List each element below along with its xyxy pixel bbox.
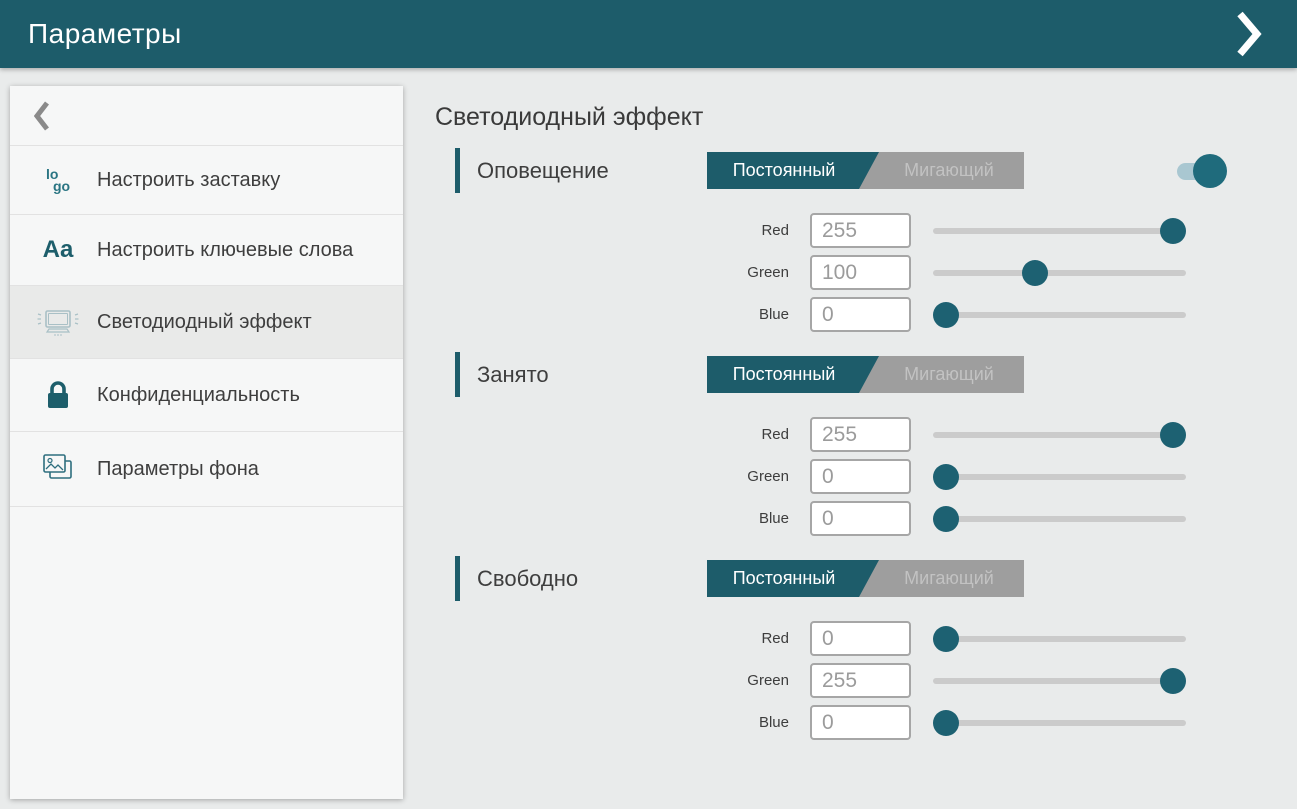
green-value-input[interactable] bbox=[810, 663, 911, 698]
sidebar-item-label: Светодиодный эффект bbox=[97, 309, 312, 335]
red-value-input[interactable] bbox=[810, 417, 911, 452]
channel-row-blue: Blue bbox=[435, 501, 1297, 536]
slider-track bbox=[933, 636, 1186, 642]
main-content: Светодиодный эффект Оповещение Мигающий … bbox=[435, 95, 1297, 759]
slider-track bbox=[933, 516, 1186, 522]
green-value-input[interactable] bbox=[810, 255, 911, 290]
sidebar: logo Настроить заставку Aa Настроить клю… bbox=[10, 86, 403, 799]
sidebar-item-privacy[interactable]: Конфиденциальность bbox=[10, 359, 403, 432]
toggle-knob bbox=[1193, 154, 1227, 188]
mode-segmented-control: Мигающий Постоянный bbox=[707, 560, 1024, 597]
notification-toggle[interactable] bbox=[1177, 154, 1225, 188]
mode-segmented-control: Мигающий Постоянный bbox=[707, 356, 1024, 393]
red-slider[interactable] bbox=[933, 422, 1186, 448]
slider-track bbox=[933, 270, 1186, 276]
section-accent-bar bbox=[455, 556, 460, 601]
section-label: Занято bbox=[477, 362, 707, 388]
blue-value-input[interactable] bbox=[810, 297, 911, 332]
green-slider[interactable] bbox=[933, 464, 1186, 490]
sidebar-item-label: Параметры фона bbox=[97, 456, 259, 482]
mode-option-constant[interactable]: Постоянный bbox=[707, 560, 879, 597]
channel-row-red: Red bbox=[435, 621, 1297, 656]
blue-value-input[interactable] bbox=[810, 705, 911, 740]
section-busy: Занято Мигающий Постоянный Red Gre bbox=[435, 351, 1297, 536]
mode-option-constant[interactable]: Постоянный bbox=[707, 356, 879, 393]
background-icon bbox=[34, 453, 82, 485]
sidebar-item-label: Конфиденциальность bbox=[97, 382, 300, 408]
slider-thumb[interactable] bbox=[1160, 218, 1186, 244]
sidebar-item-label: Настроить ключевые слова bbox=[97, 237, 353, 263]
red-value-input[interactable] bbox=[810, 213, 911, 248]
section-label: Оповещение bbox=[477, 158, 707, 184]
lock-icon bbox=[34, 380, 82, 410]
slider-track bbox=[933, 432, 1186, 438]
section-notification: Оповещение Мигающий Постоянный Red bbox=[435, 147, 1297, 332]
chevron-right-icon[interactable] bbox=[1229, 10, 1269, 58]
mode-option-blinking[interactable]: Мигающий bbox=[874, 560, 1024, 597]
sidebar-back-button[interactable] bbox=[10, 86, 403, 146]
section-label: Свободно bbox=[477, 566, 707, 592]
mode-option-blinking[interactable]: Мигающий bbox=[874, 356, 1024, 393]
mode-option-blinking[interactable]: Мигающий bbox=[874, 152, 1024, 189]
blue-value-input[interactable] bbox=[810, 501, 911, 536]
sidebar-item-screensaver[interactable]: logo Настроить заставку bbox=[10, 146, 403, 215]
channel-row-green: Green bbox=[435, 663, 1297, 698]
logo-icon: logo bbox=[34, 168, 82, 192]
page-title: Параметры bbox=[28, 18, 182, 50]
section-accent-bar bbox=[455, 352, 460, 397]
slider-thumb[interactable] bbox=[933, 710, 959, 736]
chevron-left-icon bbox=[34, 101, 50, 131]
mode-segmented-control: Мигающий Постоянный bbox=[707, 152, 1024, 189]
channel-row-green: Green bbox=[435, 459, 1297, 494]
green-slider[interactable] bbox=[933, 260, 1186, 286]
sidebar-item-label: Настроить заставку bbox=[97, 167, 280, 193]
app-header: Параметры bbox=[0, 0, 1297, 68]
red-value-input[interactable] bbox=[810, 621, 911, 656]
channel-row-blue: Blue bbox=[435, 705, 1297, 740]
slider-thumb[interactable] bbox=[933, 464, 959, 490]
channel-row-red: Red bbox=[435, 213, 1297, 248]
blue-slider[interactable] bbox=[933, 710, 1186, 736]
slider-track bbox=[933, 678, 1186, 684]
section-accent-bar bbox=[455, 148, 460, 193]
channel-row-blue: Blue bbox=[435, 297, 1297, 332]
slider-track bbox=[933, 474, 1186, 480]
mode-option-constant[interactable]: Постоянный bbox=[707, 152, 879, 189]
sidebar-item-keywords[interactable]: Aa Настроить ключевые слова bbox=[10, 215, 403, 286]
section-free: Свободно Мигающий Постоянный Red G bbox=[435, 555, 1297, 740]
slider-thumb[interactable] bbox=[933, 302, 959, 328]
keywords-icon: Aa bbox=[34, 236, 82, 264]
slider-thumb[interactable] bbox=[1160, 668, 1186, 694]
slider-thumb[interactable] bbox=[1160, 422, 1186, 448]
channel-row-green: Green bbox=[435, 255, 1297, 290]
sidebar-item-background[interactable]: Параметры фона bbox=[10, 432, 403, 507]
channel-row-red: Red bbox=[435, 417, 1297, 452]
blue-slider[interactable] bbox=[933, 506, 1186, 532]
slider-track bbox=[933, 720, 1186, 726]
slider-thumb[interactable] bbox=[1022, 260, 1048, 286]
green-slider[interactable] bbox=[933, 668, 1186, 694]
slider-track bbox=[933, 228, 1186, 234]
led-effect-icon bbox=[34, 307, 82, 337]
main-title: Светодиодный эффект bbox=[435, 103, 1297, 132]
sidebar-item-led-effect[interactable]: Светодиодный эффект bbox=[10, 286, 403, 359]
green-value-input[interactable] bbox=[810, 459, 911, 494]
slider-thumb[interactable] bbox=[933, 506, 959, 532]
slider-thumb[interactable] bbox=[933, 626, 959, 652]
blue-slider[interactable] bbox=[933, 302, 1186, 328]
red-slider[interactable] bbox=[933, 218, 1186, 244]
red-slider[interactable] bbox=[933, 626, 1186, 652]
slider-track bbox=[933, 312, 1186, 318]
